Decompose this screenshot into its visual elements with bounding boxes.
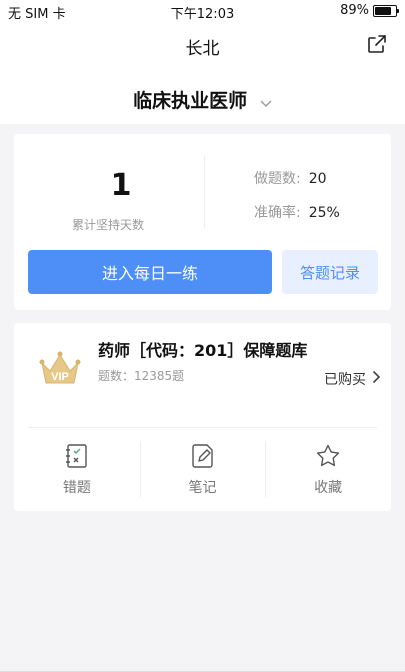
accuracy-value: 25% — [308, 205, 340, 221]
accuracy-stat: 准确率: 25% — [254, 202, 340, 222]
streak-days-value: 1 — [110, 168, 132, 203]
vip-crown-icon: VIP — [38, 349, 82, 389]
purchased-label: 已购买 — [324, 372, 366, 388]
wrong-questions-icon — [64, 443, 90, 469]
answer-records-button[interactable]: 答题记录 — [282, 250, 378, 294]
status-bar: 无 SIM 卡 下午12:03 89% — [0, 0, 405, 22]
questions-done-label: 做题数: — [254, 171, 301, 187]
nav-bar: 长北 — [0, 22, 405, 66]
battery-indicator: 89% — [340, 3, 399, 18]
tool-wrong-questions[interactable]: 错题 — [14, 435, 140, 505]
battery-icon — [373, 4, 399, 17]
star-icon — [315, 443, 341, 469]
question-bank-card[interactable]: VIP 药师［代码：201］保障题库 题数：12385题 已购买 错题 笔记 收… — [14, 323, 391, 511]
wrong-questions-label: 错题 — [62, 480, 91, 496]
tool-favorites[interactable]: 收藏 — [265, 435, 391, 505]
favorites-label: 收藏 — [314, 480, 343, 496]
vip-badge-text: VIP — [51, 371, 69, 383]
page-title: 长北 — [185, 39, 220, 59]
bank-purchase-status[interactable]: 已购买 — [324, 369, 381, 389]
chevron-right-icon — [372, 370, 381, 388]
streak-days-label: 累计坚持天数 — [72, 218, 145, 232]
notes-label: 笔记 — [188, 480, 217, 496]
questions-done-stat: 做题数: 20 — [254, 168, 327, 188]
bank-title: 药师［代码：201］保障题库 — [98, 341, 308, 360]
accuracy-label: 准确率: — [254, 205, 301, 221]
bank-divider — [28, 427, 377, 428]
share-icon[interactable] — [365, 32, 389, 56]
subject-selector[interactable]: 临床执业医师 — [0, 86, 405, 113]
practice-card: 1 累计坚持天数 做题数: 20 准确率: 25% 进入每日一练 答题记录 — [14, 134, 391, 310]
header-area: 无 SIM 卡 下午12:03 89% 长北 临床执业医师 — [0, 0, 405, 124]
notes-icon — [190, 443, 216, 469]
subject-label: 临床执业医师 — [133, 90, 248, 112]
tool-notes[interactable]: 笔记 — [139, 435, 266, 505]
battery-percent: 89% — [340, 3, 369, 18]
chevron-down-icon — [260, 91, 272, 113]
bank-question-count: 题数：12385题 — [98, 369, 185, 383]
stats-divider — [204, 156, 205, 228]
daily-practice-button[interactable]: 进入每日一练 — [28, 250, 272, 294]
bank-tools: 错题 笔记 收藏 — [14, 435, 391, 505]
questions-done-value: 20 — [308, 171, 327, 187]
